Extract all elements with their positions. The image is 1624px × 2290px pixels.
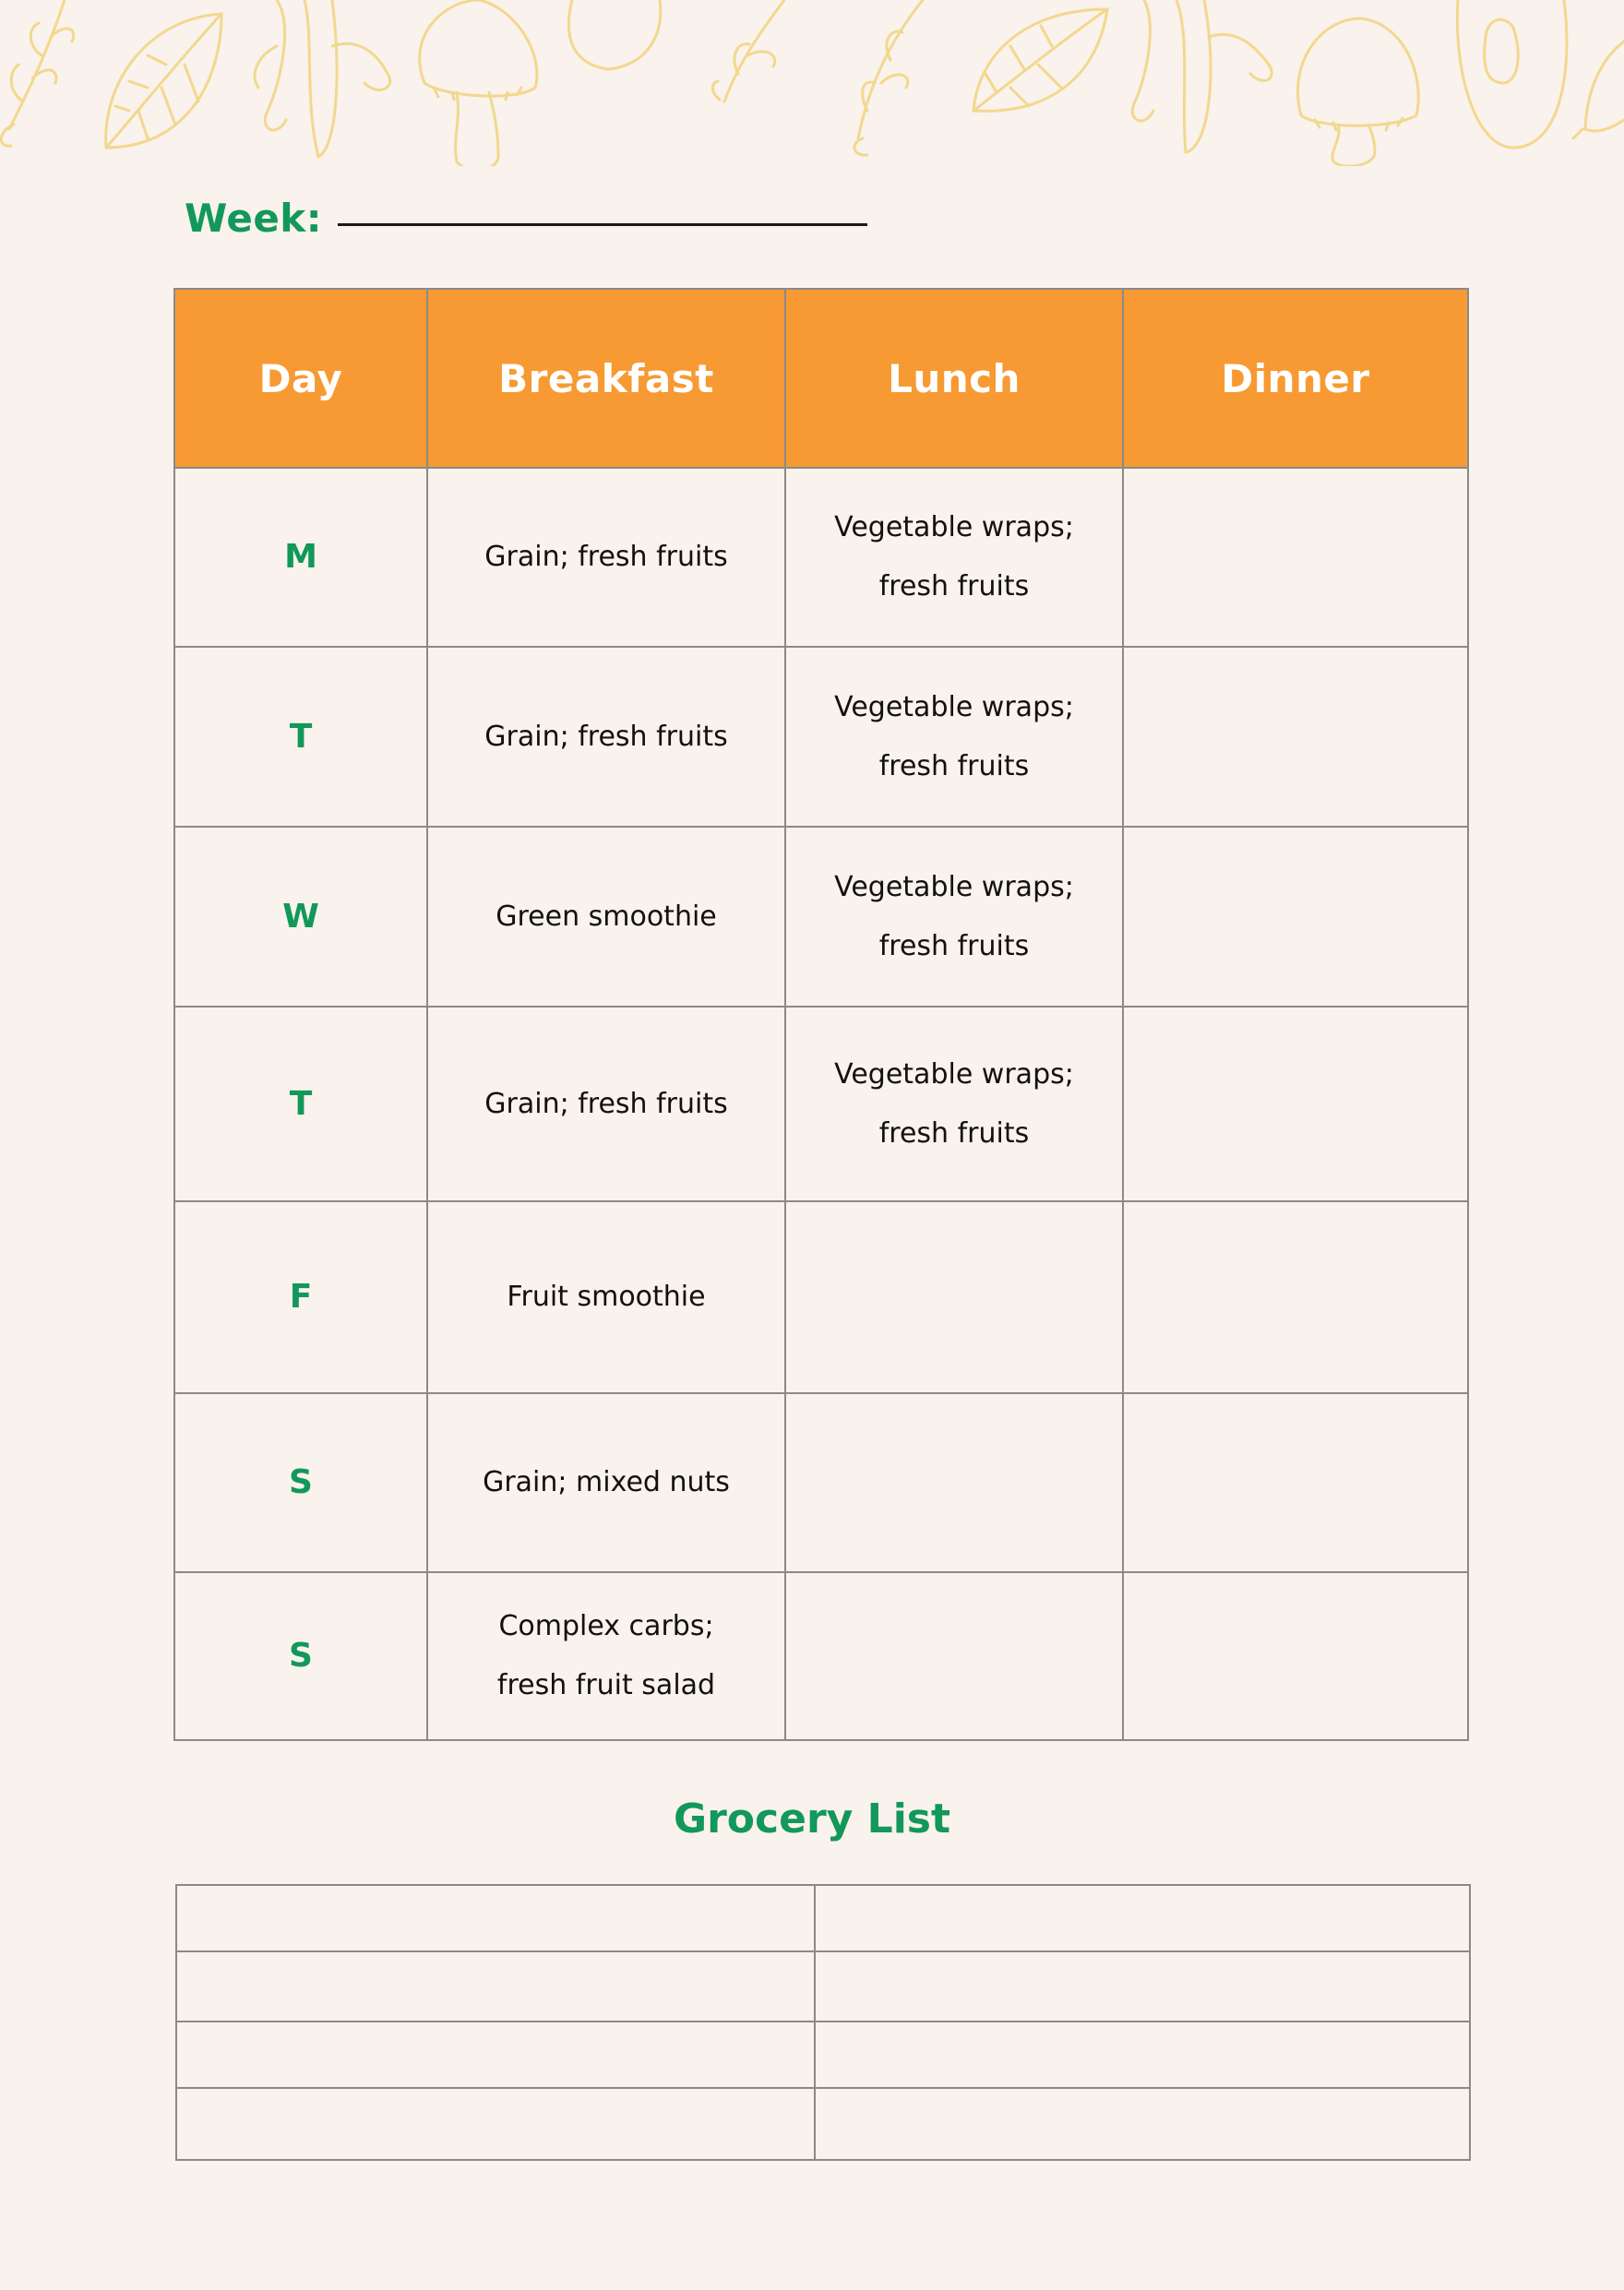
dinner-cell[interactable]: [1122, 1200, 1469, 1394]
lunch-cell[interactable]: Vegetable wraps; fresh fruits: [784, 1006, 1124, 1202]
leaf-icon: [972, 7, 1109, 113]
week-field: Week:: [185, 183, 867, 241]
weekly-meal-plan-table: Day Breakfast Lunch Dinner M Grain; fresh…: [173, 288, 1469, 1741]
breakfast-text: Fruit smoothie: [507, 1281, 706, 1313]
leaf-icon: [1571, 40, 1624, 140]
branch-icon: [853, 0, 925, 157]
lunch-text: Vegetable wraps;: [834, 690, 1074, 723]
grocery-item-cell[interactable]: [814, 2021, 1471, 2089]
lunch-text: fresh fruits: [878, 749, 1030, 782]
day-cell: S: [173, 1392, 428, 1573]
grocery-item-cell[interactable]: [175, 1950, 816, 2022]
branch-icon: [710, 0, 786, 103]
meal-row: T Grain; fresh fruits Vegetable wraps; fres…: [173, 646, 1469, 828]
egg-icon: [567, 0, 663, 71]
grocery-row: [175, 2087, 1471, 2161]
grocery-row: [175, 2021, 1471, 2089]
header-dinner: Dinner: [1122, 288, 1469, 469]
banana-icon: [253, 0, 391, 159]
leaf-icon: [104, 12, 223, 149]
dinner-cell[interactable]: [1122, 1571, 1469, 1741]
grocery-list-title: Grocery List: [673, 1795, 950, 1843]
lunch-cell[interactable]: [784, 1200, 1124, 1394]
mushroom-icon: [418, 0, 539, 166]
week-input-line[interactable]: [338, 223, 867, 226]
day-cell: S: [173, 1571, 428, 1741]
grocery-item-cell[interactable]: [175, 1884, 816, 1952]
breakfast-cell[interactable]: Fruit smoothie: [426, 1200, 786, 1394]
dinner-cell[interactable]: [1122, 1006, 1469, 1202]
grocery-item-cell[interactable]: [814, 2087, 1471, 2161]
grocery-item-cell[interactable]: [175, 2021, 816, 2089]
mushroom-icon: [1296, 17, 1420, 166]
grocery-list-table: [175, 1884, 1471, 2161]
breakfast-text: Grain; mixed nuts: [483, 1466, 730, 1498]
day-cell: M: [173, 467, 428, 648]
breakfast-text: Grain; fresh fruits: [484, 1087, 728, 1120]
breakfast-text: Complex carbs;: [498, 1610, 714, 1642]
meal-row: F Fruit smoothie: [173, 1200, 1469, 1394]
day-cell: T: [173, 1006, 428, 1202]
breakfast-cell[interactable]: Green smoothie: [426, 826, 786, 1008]
header-lunch: Lunch: [784, 288, 1124, 469]
meal-row: S Grain; mixed nuts: [173, 1392, 1469, 1573]
food-doodle-border: [0, 0, 1624, 166]
lunch-cell[interactable]: Vegetable wraps; fresh fruits: [784, 826, 1124, 1008]
lunch-cell[interactable]: [784, 1571, 1124, 1741]
lunch-text: Vegetable wraps;: [834, 1057, 1074, 1091]
lunch-text: Vegetable wraps;: [834, 511, 1074, 543]
grocery-item-cell[interactable]: [814, 1884, 1471, 1952]
dinner-cell[interactable]: [1122, 1392, 1469, 1573]
breakfast-text: Grain; fresh fruits: [484, 720, 728, 753]
header-row: Day Breakfast Lunch Dinner: [173, 288, 1469, 469]
egg-icon: [1455, 0, 1569, 149]
breakfast-text: fresh fruit salad: [496, 1669, 716, 1701]
lunch-text: fresh fruits: [878, 1116, 1030, 1150]
lunch-cell[interactable]: Vegetable wraps; fresh fruits: [784, 467, 1124, 648]
header-day: Day: [173, 288, 428, 469]
grocery-row: [175, 1884, 1471, 1952]
branch-icon: [0, 0, 76, 148]
week-label: Week:: [185, 196, 323, 241]
dinner-cell[interactable]: [1122, 826, 1469, 1008]
meal-row: S Complex carbs; fresh fruit salad: [173, 1571, 1469, 1741]
day-cell: W: [173, 826, 428, 1008]
breakfast-text: Grain; fresh fruits: [484, 541, 728, 573]
banana-icon: [1130, 0, 1273, 154]
breakfast-cell[interactable]: Grain; fresh fruits: [426, 467, 786, 648]
lunch-text: fresh fruits: [878, 929, 1030, 962]
meal-row: W Green smoothie Vegetable wraps; fresh fru…: [173, 826, 1469, 1008]
grocery-row: [175, 1950, 1471, 2022]
day-cell: F: [173, 1200, 428, 1394]
breakfast-text: Green smoothie: [496, 900, 717, 933]
lunch-cell[interactable]: [784, 1392, 1124, 1573]
meal-row: T Grain; fresh fruits Vegetable wraps; fres…: [173, 1006, 1469, 1202]
dinner-cell[interactable]: [1122, 467, 1469, 648]
breakfast-cell[interactable]: Complex carbs; fresh fruit salad: [426, 1571, 786, 1741]
lunch-text: Vegetable wraps;: [834, 870, 1074, 903]
grocery-item-cell[interactable]: [175, 2087, 816, 2161]
breakfast-cell[interactable]: Grain; mixed nuts: [426, 1392, 786, 1573]
grocery-item-cell[interactable]: [814, 1950, 1471, 2022]
meal-row: M Grain; fresh fruits Vegetable wraps; fres…: [173, 467, 1469, 648]
breakfast-cell[interactable]: Grain; fresh fruits: [426, 1006, 786, 1202]
day-cell: T: [173, 646, 428, 828]
breakfast-cell[interactable]: Grain; fresh fruits: [426, 646, 786, 828]
lunch-cell[interactable]: Vegetable wraps; fresh fruits: [784, 646, 1124, 828]
dinner-cell[interactable]: [1122, 646, 1469, 828]
lunch-text: fresh fruits: [878, 570, 1030, 602]
header-breakfast: Breakfast: [426, 288, 786, 469]
